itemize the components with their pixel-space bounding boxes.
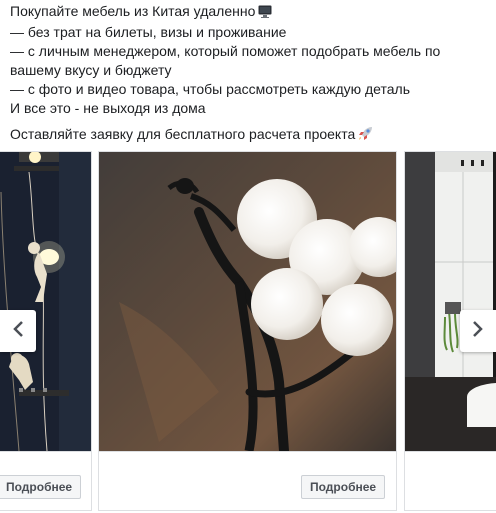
post-line: вашему вкусу и бюджету [10, 62, 172, 78]
figure-floor-lamp-photo[interactable] [99, 152, 396, 451]
post-line: — с фото и видео товара, чтобы рассмотре… [10, 81, 410, 97]
carousel-next-button[interactable] [460, 310, 496, 352]
carousel-card[interactable]: Подробнее [98, 151, 397, 511]
product-carousel: Подробнее Подробнее [0, 151, 496, 513]
card-footer: Подробнее [0, 451, 91, 510]
chevron-right-icon [472, 320, 484, 343]
post-line: И все это - не выходя из дома [10, 100, 206, 116]
monkey-lamps-photo[interactable] [0, 152, 91, 451]
more-button[interactable]: Подробнее [301, 475, 386, 499]
post-cta: Оставляйте заявку для бесплатного расчет… [10, 125, 490, 146]
card-footer: Подробнее [99, 451, 396, 510]
rocket-icon [358, 126, 373, 146]
post-text: Покупайте мебель из Китая удаленно — без… [10, 2, 490, 146]
more-button[interactable]: Подробнее [0, 475, 82, 499]
carousel-prev-button[interactable] [0, 310, 36, 352]
post-line: Покупайте мебель из Китая удаленно [10, 2, 490, 23]
card-footer [405, 451, 496, 510]
post-line: — без трат на билеты, визы и проживание [10, 24, 287, 40]
chevron-left-icon [12, 320, 24, 343]
computer-monitor-icon [258, 4, 272, 23]
bathroom-interior-photo[interactable] [405, 152, 496, 451]
post-line: — с личным менеджером, который поможет п… [10, 43, 441, 59]
